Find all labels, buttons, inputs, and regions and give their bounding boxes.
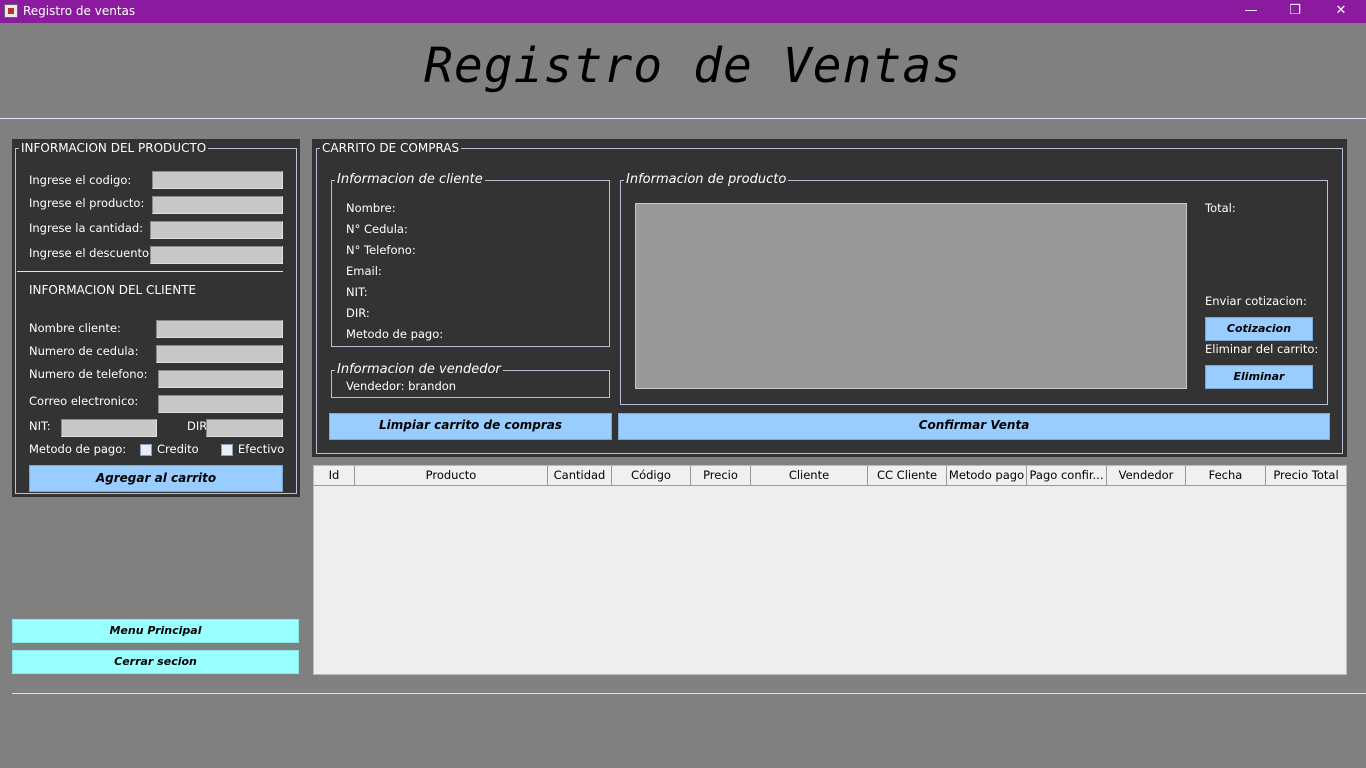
cart-nombre-label: Nombre:: [346, 201, 396, 215]
column-header-precio[interactable]: Precio: [691, 466, 751, 486]
nombre-cliente-input[interactable]: [156, 320, 283, 338]
maximize-button[interactable]: ❐: [1272, 0, 1318, 23]
nit-input[interactable]: [61, 419, 157, 437]
descuento-input[interactable]: [150, 246, 283, 264]
cantidad-input[interactable]: [150, 221, 283, 239]
page-title: Registro de Ventas: [424, 38, 963, 94]
confirmar-venta-button[interactable]: Confirmar Venta: [618, 413, 1330, 440]
product-info-legend: INFORMACION DEL PRODUCTO: [19, 141, 209, 155]
nit-label: NIT:: [29, 419, 51, 433]
nombre-cliente-label: Nombre cliente:: [29, 321, 121, 335]
cart-dir-label: DIR:: [346, 306, 370, 320]
cart-product-legend: Informacion de producto: [624, 172, 789, 187]
column-header-fecha[interactable]: Fecha: [1186, 466, 1266, 486]
cart-email-label: Email:: [346, 264, 382, 278]
limpiar-carrito-button[interactable]: Limpiar carrito de compras: [329, 413, 612, 440]
cantidad-label: Ingrese la cantidad:: [29, 221, 144, 235]
enviar-cotizacion-label: Enviar cotizacion:: [1205, 294, 1307, 308]
header-divider: [0, 118, 1366, 119]
cart-client-legend: Informacion de cliente: [335, 172, 485, 187]
product-client-divider: [17, 271, 283, 272]
codigo-label: Ingrese el codigo:: [29, 173, 132, 187]
cart-telefono-label: N° Telefono:: [346, 243, 416, 257]
eliminar-button[interactable]: Eliminar: [1205, 365, 1313, 389]
correo-input[interactable]: [158, 395, 283, 413]
cart-metodo-pago-label: Metodo de pago:: [346, 327, 444, 341]
footer-divider: [12, 693, 1366, 694]
efectivo-checkbox[interactable]: [221, 444, 233, 456]
total-label: Total:: [1205, 201, 1236, 215]
column-header-id[interactable]: Id: [314, 466, 355, 486]
telefono-input[interactable]: [158, 370, 283, 388]
credito-label: Credito: [157, 442, 199, 456]
telefono-label: Numero de telefono:: [29, 367, 148, 381]
metodo-pago-label: Metodo de pago:: [29, 442, 127, 456]
agregar-carrito-button[interactable]: Agregar al carrito: [29, 465, 283, 492]
sales-table[interactable]: Id Producto Cantidad Código Precio Clien…: [313, 465, 1347, 675]
vendedor-label: Vendedor: brandon: [346, 379, 457, 393]
cart-nit-label: NIT:: [346, 285, 368, 299]
cart-vendor-legend: Informacion de vendedor: [335, 362, 503, 377]
column-header-cc-cliente[interactable]: CC Cliente: [868, 466, 947, 486]
sales-table-header: Id Producto Cantidad Código Precio Clien…: [314, 466, 1346, 486]
cedula-label: Numero de cedula:: [29, 344, 139, 358]
cotizacion-button[interactable]: Cotizacion: [1205, 317, 1313, 341]
cart-panel: CARRITO DE COMPRAS Informacion de client…: [312, 139, 1347, 457]
minimize-button[interactable]: —: [1228, 0, 1274, 23]
client-info-heading: INFORMACION DEL CLIENTE: [29, 283, 197, 297]
product-list-area[interactable]: [635, 203, 1187, 389]
window-titlebar: Registro de ventas — ❐ ✕: [0, 0, 1366, 23]
product-client-panel: INFORMACION DEL PRODUCTO Ingrese el codi…: [12, 139, 300, 497]
java-app-icon: [4, 4, 18, 18]
column-header-metodo-pago[interactable]: Metodo pago: [947, 466, 1027, 486]
dir-input[interactable]: [206, 419, 283, 437]
credito-checkbox[interactable]: [140, 444, 152, 456]
efectivo-label: Efectivo: [238, 442, 285, 456]
menu-principal-button[interactable]: Menu Principal: [12, 619, 299, 643]
column-header-codigo[interactable]: Código: [612, 466, 691, 486]
cerrar-sesion-button[interactable]: Cerrar secion: [12, 650, 299, 674]
cart-legend: CARRITO DE COMPRAS: [320, 141, 462, 155]
eliminar-carrito-label: Eliminar del carrito:: [1205, 342, 1319, 356]
window-title: Registro de ventas: [23, 4, 136, 18]
cart-cedula-label: N° Cedula:: [346, 222, 408, 236]
close-button[interactable]: ✕: [1318, 0, 1364, 23]
column-header-cliente[interactable]: Cliente: [751, 466, 868, 486]
column-header-cantidad[interactable]: Cantidad: [548, 466, 612, 486]
column-header-vendedor[interactable]: Vendedor: [1107, 466, 1186, 486]
codigo-input[interactable]: [152, 171, 283, 189]
producto-input[interactable]: [152, 196, 283, 214]
cedula-input[interactable]: [156, 345, 283, 363]
descuento-label: Ingrese el descuento:: [29, 246, 153, 260]
column-header-precio-total[interactable]: Precio Total: [1266, 466, 1346, 486]
column-header-producto[interactable]: Producto: [355, 466, 548, 486]
correo-label: Correo electronico:: [29, 394, 139, 408]
column-header-pago-confirmado[interactable]: Pago confir...: [1027, 466, 1107, 486]
producto-label: Ingrese el producto:: [29, 196, 145, 210]
